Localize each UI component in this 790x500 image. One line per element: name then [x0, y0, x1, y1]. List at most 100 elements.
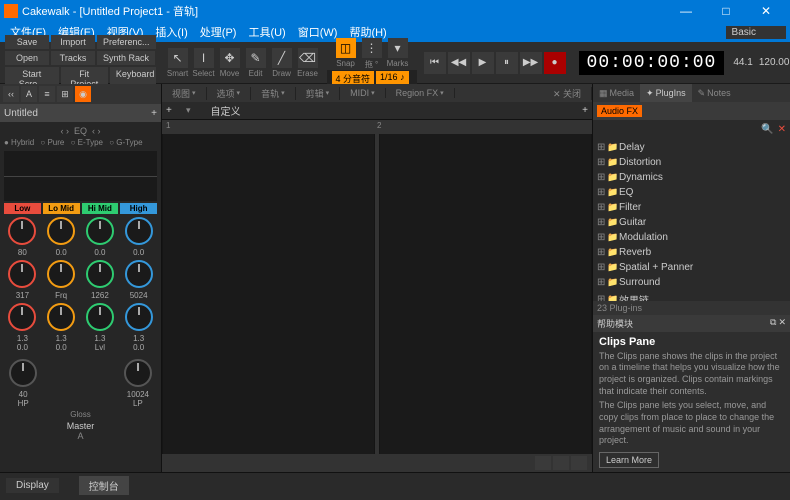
tab-plugins[interactable]: ✦ PlugIns — [640, 84, 692, 102]
close-tab[interactable]: ✕ 关闭 — [543, 87, 592, 100]
preferences-button[interactable]: Preferenc... — [97, 35, 156, 49]
clear-search-icon[interactable]: ✕ — [778, 124, 786, 135]
eq-mode-hybrid[interactable]: ● Hybrid — [4, 138, 34, 147]
help-pin-icon[interactable]: ⧉ — [770, 317, 776, 330]
fx-category[interactable]: ⊞📁Distortion — [597, 155, 786, 170]
fx-category[interactable]: ⊞📁Surround — [597, 275, 786, 290]
eq-band-low: Low803171.30.0 — [4, 203, 41, 352]
zoom-out-icon[interactable] — [535, 456, 551, 470]
fx-category[interactable]: ⊞📁Dynamics — [597, 170, 786, 185]
add-clip-icon[interactable]: + — [166, 105, 180, 116]
view-tab[interactable]: 剪辑 ▾ — [296, 87, 341, 100]
fx-category[interactable]: ⊞📁Modulation — [597, 230, 786, 245]
q-knob[interactable] — [125, 303, 153, 331]
bpm-value[interactable]: 120.00 — [759, 57, 790, 68]
tab-list[interactable]: ≡ — [39, 86, 55, 102]
workspace-select[interactable]: Basic — [726, 26, 786, 39]
view-tab[interactable]: MIDI ▾ — [340, 88, 386, 98]
gain-knob[interactable] — [125, 217, 153, 245]
fx-category[interactable]: ⊞📁Filter — [597, 200, 786, 215]
tab-grid[interactable]: ⊞ — [57, 86, 73, 102]
sample-rate[interactable]: 44.1 — [733, 57, 752, 68]
play-button[interactable]: ▶ — [472, 52, 494, 74]
gain-knob[interactable] — [86, 217, 114, 245]
q-knob[interactable] — [8, 303, 36, 331]
audiofx-badge[interactable]: Audio FX — [597, 105, 642, 117]
fx-category[interactable]: ⊞📁Reverb — [597, 245, 786, 260]
tool-draw[interactable]: ╱Draw — [269, 48, 295, 78]
timecode-display[interactable]: 00:00:00:00 — [579, 51, 725, 75]
fx-category[interactable]: ⊞📁EQ — [597, 185, 786, 200]
learn-more-button[interactable]: Learn More — [599, 452, 659, 468]
fx-category[interactable]: ⊞📁Delay — [597, 140, 786, 155]
clips-pane: 视图 ▾选项 ▾音轨 ▾剪辑 ▾MIDI ▾Region FX ▾✕ 关闭 + … — [162, 84, 592, 472]
marks-button[interactable]: ▾Marks — [385, 38, 411, 70]
freq-knob[interactable] — [125, 260, 153, 288]
console-button[interactable]: 控制台 — [79, 476, 129, 495]
close-button[interactable]: ✕ — [746, 4, 786, 18]
zoom-in-icon[interactable] — [553, 456, 569, 470]
display-button[interactable]: Display — [6, 478, 59, 493]
add-track-icon[interactable]: + — [151, 108, 157, 119]
tool-move[interactable]: ✥Move — [217, 48, 243, 78]
view-tab[interactable]: Region FX ▾ — [386, 88, 455, 98]
eq-mode-etype[interactable]: ○ E-Type — [71, 138, 103, 147]
freq-knob[interactable] — [47, 260, 75, 288]
hp-knob[interactable] — [9, 359, 37, 387]
clips-left-pane[interactable] — [163, 134, 374, 454]
snap-toggle[interactable]: ◫Snap — [333, 38, 359, 70]
tab-eq[interactable]: ◉ — [75, 86, 91, 102]
tab-a[interactable]: A — [21, 86, 37, 102]
fx-category[interactable]: ⊞📁Spatial + Panner — [597, 260, 786, 275]
freq-knob[interactable] — [8, 260, 36, 288]
add-right-icon[interactable]: + — [582, 105, 588, 116]
splitter[interactable] — [375, 134, 379, 454]
minimize-button[interactable]: — — [666, 4, 706, 18]
clips-right-pane[interactable] — [380, 134, 591, 454]
import-button[interactable]: Import — [51, 35, 95, 49]
eq-graph[interactable] — [4, 151, 157, 201]
open-button[interactable]: Open — [5, 51, 49, 65]
save-button[interactable]: Save — [5, 35, 49, 49]
custom-dropdown[interactable]: 自定义 — [211, 103, 241, 118]
timeline-ruler[interactable]: 1 2 — [162, 120, 592, 134]
gain-knob[interactable] — [8, 217, 36, 245]
tool-edit[interactable]: ✎Edit — [243, 48, 269, 78]
gain-knob[interactable] — [47, 217, 75, 245]
forward-button[interactable]: ▶▶ — [520, 52, 542, 74]
pause-button[interactable]: ⏸ — [496, 52, 518, 74]
menu-process[interactable]: 处理(P) — [194, 24, 243, 40]
eq-mode-gtype[interactable]: ○ G-Type — [109, 138, 142, 147]
lp-knob[interactable] — [124, 359, 152, 387]
fx-category[interactable]: ⊞📁效果链 — [597, 290, 786, 301]
zoom-fit-icon[interactable] — [571, 456, 587, 470]
maximize-button[interactable]: □ — [706, 4, 746, 18]
tool-select[interactable]: ISelect — [191, 48, 217, 78]
back-button[interactable]: ◀◀ — [448, 52, 470, 74]
tab-notes[interactable]: ✎ Notes — [692, 84, 737, 102]
search-icon[interactable]: 🔍 — [761, 124, 773, 135]
footer: Display 控制台 — [0, 472, 790, 498]
tool-erase[interactable]: ⌫Erase — [295, 48, 321, 78]
freq-knob[interactable] — [86, 260, 114, 288]
q-knob[interactable] — [86, 303, 114, 331]
help-close-icon[interactable]: ✕ — [778, 317, 786, 330]
menu-tools[interactable]: 工具(U) — [242, 24, 291, 40]
plugin-count: 23 Plug-ins — [593, 301, 790, 315]
q-knob[interactable] — [47, 303, 75, 331]
nav-left[interactable]: ‹‹ — [3, 86, 19, 102]
record-button[interactable]: ● — [544, 52, 566, 74]
view-tab[interactable]: 选项 ▾ — [207, 87, 252, 100]
track-area[interactable] — [162, 134, 592, 454]
tab-media[interactable]: ▦ Media — [593, 84, 640, 102]
tool-smart[interactable]: ↖Smart — [165, 48, 191, 78]
fx-category[interactable]: ⊞📁Guitar — [597, 215, 786, 230]
rewind-button[interactable]: ⏮ — [424, 52, 446, 74]
synth-rack-button[interactable]: Synth Rack — [97, 51, 155, 65]
track-name[interactable]: Untitled — [4, 108, 38, 119]
eq-mode-pure[interactable]: ○ Pure — [40, 138, 64, 147]
tracks-button[interactable]: Tracks — [51, 51, 95, 65]
snap-to[interactable]: ⋮拖 ° — [359, 38, 385, 70]
view-tab[interactable]: 音轨 ▾ — [251, 87, 296, 100]
view-tab[interactable]: 视图 ▾ — [162, 87, 207, 100]
